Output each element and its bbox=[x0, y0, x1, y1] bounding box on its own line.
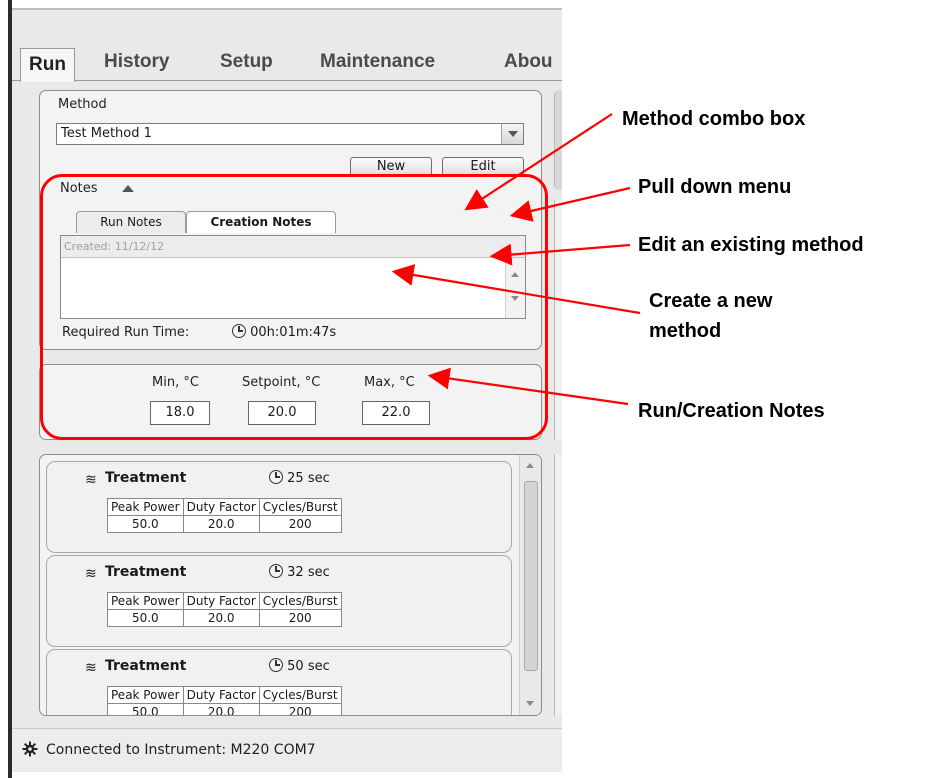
annotation-create-line2: method bbox=[649, 320, 722, 342]
annotation-combo-box: Method combo box bbox=[622, 108, 806, 130]
arrow-combo bbox=[464, 113, 613, 211]
annotation-create-line1: Create a new bbox=[649, 290, 773, 312]
arrow-create bbox=[391, 264, 641, 315]
annotation-run-notes: Run/Creation Notes bbox=[638, 400, 825, 422]
annotation-edit-method: Edit an existing method bbox=[638, 234, 864, 256]
annotation-pull-down: Pull down menu bbox=[638, 176, 792, 198]
arrow-edit bbox=[489, 243, 631, 266]
annotation-arrows bbox=[391, 113, 641, 406]
arrow-pulldown bbox=[509, 186, 631, 222]
arrow-notes bbox=[427, 367, 629, 406]
